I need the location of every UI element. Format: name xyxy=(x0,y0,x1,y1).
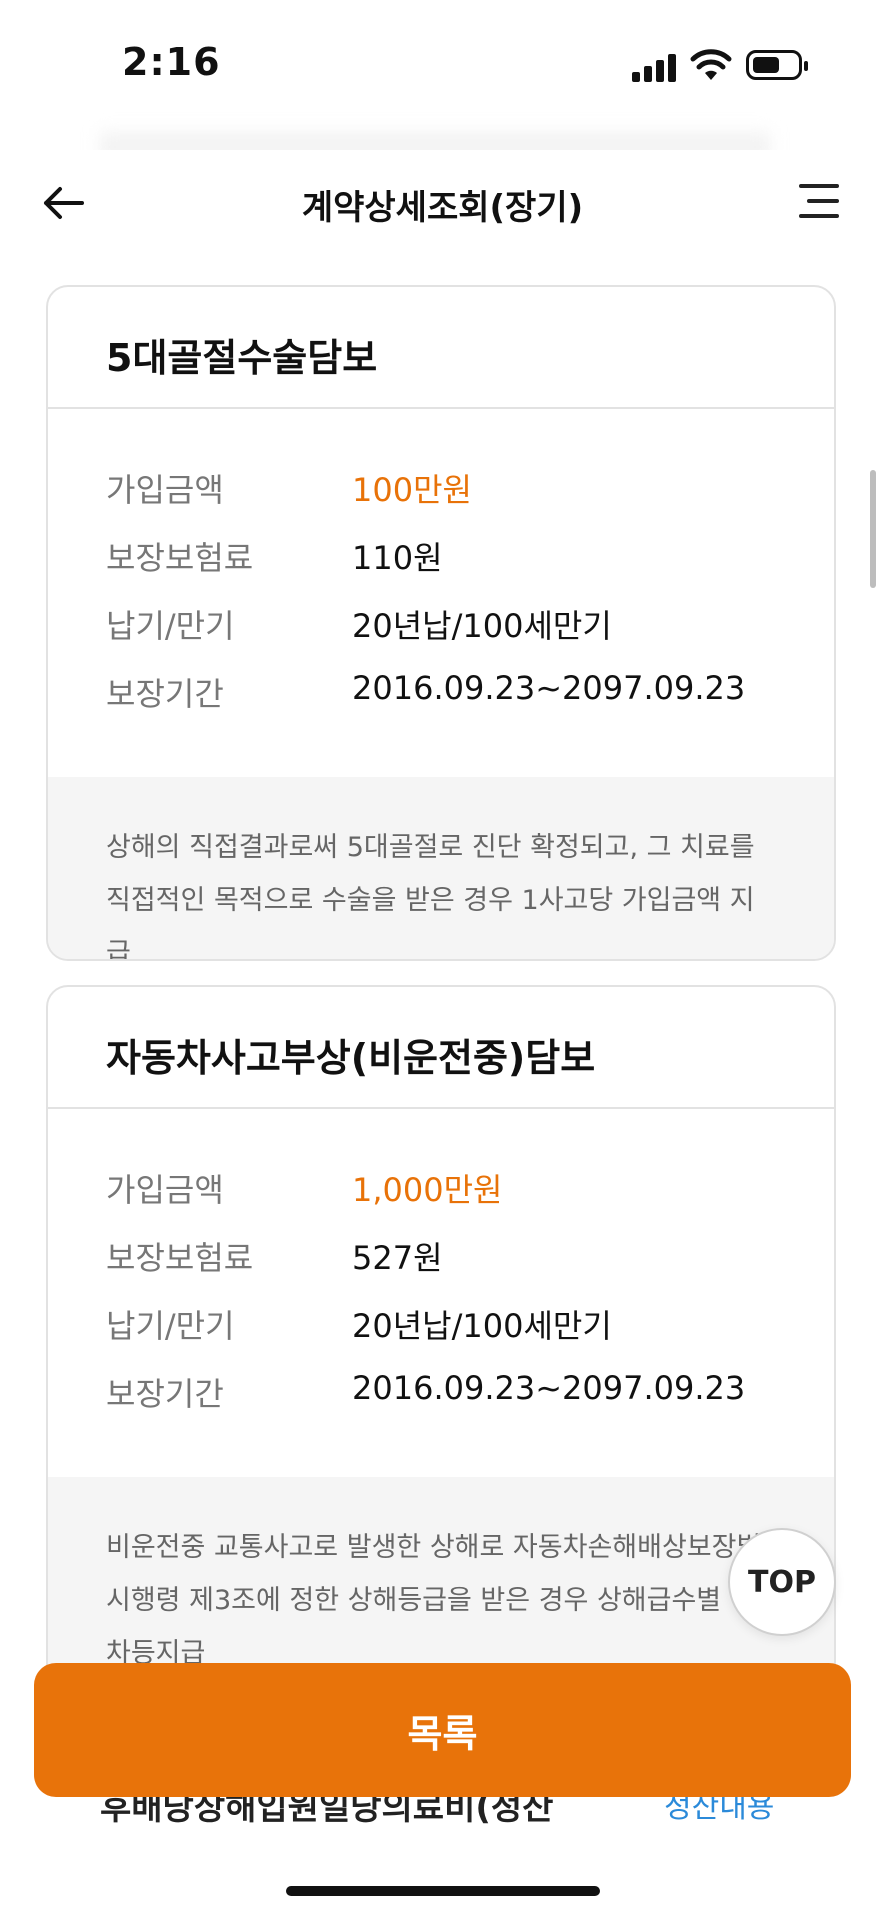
description-line: 직접적인 목적으로 수술을 받은 경우 1사고당 가입금액 지급 xyxy=(106,885,755,961)
cellular-signal-icon xyxy=(632,52,676,82)
row-value: 110원 xyxy=(352,539,443,577)
app-header: 계약상세조회(장기) xyxy=(0,150,885,260)
row-label: 보장기간 xyxy=(106,1375,224,1413)
row-value: 1,000만원 xyxy=(352,1171,503,1209)
row-label: 보장보험료 xyxy=(106,1239,254,1277)
coverage-row: 보장기간 2016.09.23~2097.09.23 xyxy=(106,669,834,737)
row-value: 2016.09.23~2097.09.23 xyxy=(352,1369,746,1407)
coverage-card: 5대골절수술담보 가입금액 100만원 보장보험료 110원 납기/만기 20년… xyxy=(46,285,836,961)
scroll-top-button[interactable]: TOP xyxy=(728,1528,836,1636)
bottom-area xyxy=(0,1842,885,1920)
coverage-row: 가입금액 1,000만원 xyxy=(106,1165,834,1233)
coverage-row: 납기/만기 20년납/100세만기 xyxy=(106,1301,834,1369)
row-value: 2016.09.23~2097.09.23 xyxy=(352,669,746,707)
row-value: 527원 xyxy=(352,1239,443,1277)
row-label: 납기/만기 xyxy=(106,607,235,645)
coverage-row: 보장보험료 527원 xyxy=(106,1233,834,1301)
row-value: 20년납/100세만기 xyxy=(352,1307,612,1345)
coverage-title: 자동차사고부상(비운전중)담보 xyxy=(48,987,834,1109)
home-indicator[interactable] xyxy=(286,1886,600,1896)
row-label: 보장기간 xyxy=(106,675,224,713)
row-label: 가입금액 xyxy=(106,1171,224,1209)
menu-icon[interactable] xyxy=(795,180,839,224)
list-button[interactable]: 목록 xyxy=(34,1663,851,1797)
status-bar: 2:16 xyxy=(0,0,885,130)
description-line: 시행령 제3조에 정한 상해등급을 받은 경우 상해급수별 xyxy=(106,1585,722,1616)
row-value: 100만원 xyxy=(352,471,472,509)
coverage-row: 납기/만기 20년납/100세만기 xyxy=(106,601,834,669)
row-value: 20년납/100세만기 xyxy=(352,607,612,645)
coverage-row: 보장기간 2016.09.23~2097.09.23 xyxy=(106,1369,834,1437)
battery-icon xyxy=(746,50,808,80)
coverage-description: 상해의 직접결과로써 5대골절로 진단 확정되고, 그 치료를 직접적인 목적으… xyxy=(48,777,834,961)
status-time: 2:16 xyxy=(122,40,221,84)
row-label: 납기/만기 xyxy=(106,1307,235,1345)
description-line: 상해의 직접결과로써 5대골절로 진단 확정되고, 그 치료를 xyxy=(106,832,755,863)
coverage-title: 5대골절수술담보 xyxy=(48,287,834,409)
scrollbar[interactable] xyxy=(870,470,876,588)
row-label: 보장보험료 xyxy=(106,539,254,577)
coverage-row: 가입금액 100만원 xyxy=(106,465,834,533)
description-line: 비운전중 교통사고로 발생한 상해로 자동차손해배상보장법 xyxy=(106,1532,762,1563)
coverage-card: 자동차사고부상(비운전중)담보 가입금액 1,000만원 보장보험료 527원 … xyxy=(46,985,836,1745)
page-title: 계약상세조회(장기) xyxy=(301,188,584,228)
wifi-icon xyxy=(690,49,732,80)
row-label: 가입금액 xyxy=(106,471,224,509)
coverage-row: 보장보험료 110원 xyxy=(106,533,834,601)
